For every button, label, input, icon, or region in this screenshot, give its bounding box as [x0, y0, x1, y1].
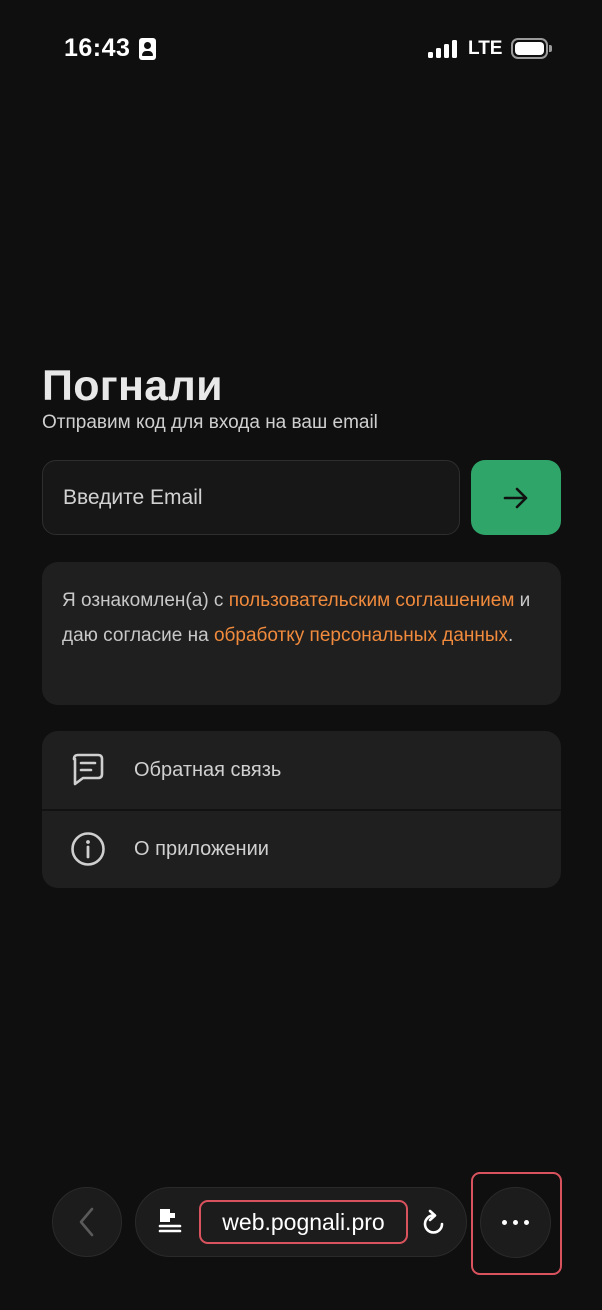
reload-icon[interactable] [421, 1209, 447, 1237]
page-icon [158, 1209, 182, 1233]
page-title: Погнали [42, 362, 223, 410]
message-icon [72, 753, 104, 786]
back-button[interactable] [52, 1187, 122, 1257]
menu-item-feedback[interactable]: Обратная связь [42, 731, 561, 809]
address-bar[interactable]: web.pognali.pro [135, 1187, 467, 1257]
back-icon [79, 1207, 94, 1237]
more-icon [502, 1220, 507, 1225]
arrow-right-icon [503, 487, 528, 508]
terms-link[interactable]: пользовательским соглашением [229, 590, 515, 611]
battery-icon [511, 38, 552, 59]
page-subtitle: Отправим код для входа на ваш email [42, 412, 378, 433]
menu-item-label: О приложении [134, 837, 269, 860]
contact-card-icon [139, 38, 156, 60]
status-bar: 16:43 LTE [0, 0, 602, 100]
consent-card: Я ознакомлен(а) с пользовательским согла… [42, 562, 561, 705]
status-time: 16:43 [64, 34, 131, 62]
signal-icon [428, 40, 458, 58]
privacy-link[interactable]: обработку персональных данных [214, 625, 508, 646]
consent-text: Я ознакомлен(а) с [62, 590, 229, 611]
url-text[interactable]: web.pognali.pro [199, 1200, 408, 1244]
menu-item-label: Обратная связь [134, 758, 282, 781]
menu-card: Обратная связь О приложении [42, 731, 561, 888]
info-icon [71, 832, 105, 866]
consent-text: . [508, 625, 514, 646]
menu-item-about[interactable]: О приложении [42, 809, 561, 887]
email-field[interactable] [42, 460, 460, 535]
more-button[interactable] [480, 1187, 551, 1258]
network-label: LTE [468, 38, 503, 59]
screen: 16:43 LTE Погнали Отправим код для входа… [0, 0, 602, 1310]
submit-button[interactable] [471, 460, 561, 535]
